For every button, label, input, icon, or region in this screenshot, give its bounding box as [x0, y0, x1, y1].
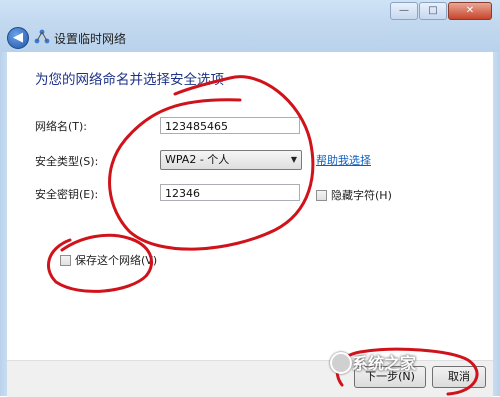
network-name-input[interactable]: 123485465: [160, 117, 300, 134]
security-key-input[interactable]: 12346: [160, 184, 300, 201]
watermark-logo-icon: [330, 352, 352, 374]
security-type-label: 安全类型(S):: [35, 155, 99, 168]
window-frame-right: [493, 52, 500, 396]
watermark-text: 系统之家: [352, 354, 417, 373]
hide-characters-option[interactable]: 隐藏字符(H): [316, 187, 392, 203]
window-controls: — □ ✕: [389, 2, 492, 20]
minimize-button[interactable]: —: [390, 2, 418, 20]
security-key-label: 安全密钥(E):: [35, 188, 99, 201]
dialog-content: [7, 52, 493, 360]
maximize-button[interactable]: □: [419, 2, 447, 20]
hide-characters-label: 隐藏字符(H): [331, 189, 392, 202]
help-me-choose-link[interactable]: 帮助我选择: [316, 152, 371, 168]
save-network-option[interactable]: 保存这个网络(V): [60, 252, 157, 268]
network-icon: [34, 29, 50, 44]
save-network-checkbox[interactable]: [60, 254, 71, 266]
window-frame-left: [0, 52, 7, 396]
close-button[interactable]: ✕: [448, 2, 492, 20]
cancel-button[interactable]: 取消: [432, 366, 486, 388]
chevron-down-icon: ▼: [290, 155, 297, 164]
security-type-select[interactable]: WPA2 - 个人 ▼: [160, 150, 302, 170]
page-heading: 为您的网络命名并选择安全选项: [35, 72, 224, 88]
security-type-value: WPA2 - 个人: [165, 153, 230, 166]
window-title: 设置临时网络: [54, 32, 127, 46]
network-name-label: 网络名(T):: [35, 120, 88, 133]
hide-characters-checkbox[interactable]: [316, 189, 327, 201]
back-button[interactable]: ◀: [7, 27, 29, 49]
save-network-label: 保存这个网络(V): [75, 254, 158, 267]
